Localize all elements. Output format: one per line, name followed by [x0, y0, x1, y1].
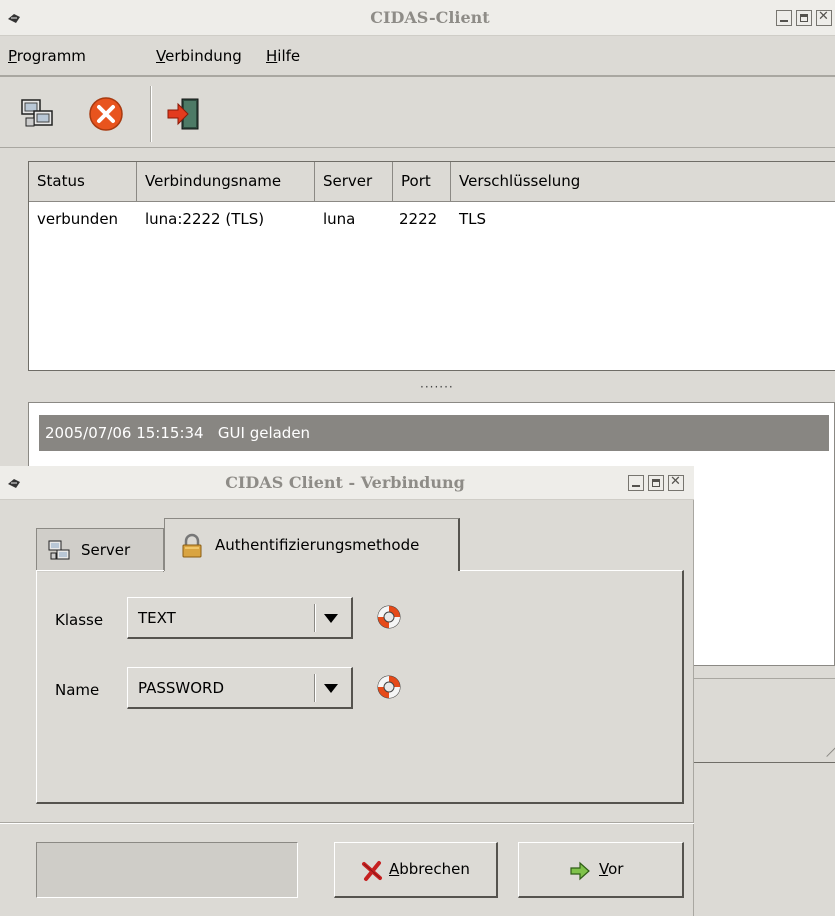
- server-icon: [48, 540, 70, 560]
- tab-server-label: Server: [81, 541, 131, 559]
- log-timestamp: 2005/07/06 15:15:34: [45, 424, 204, 442]
- tab-server[interactable]: Server: [36, 528, 164, 572]
- red-x-icon: [362, 861, 382, 881]
- exit-icon[interactable]: [164, 94, 204, 134]
- connect-icon[interactable]: [18, 94, 58, 134]
- menu-hilfe[interactable]: Hilfe: [266, 47, 300, 65]
- window-menu-icon[interactable]: [6, 475, 22, 491]
- next-mnemonic: V: [599, 860, 609, 878]
- connection-table: Status Verbindungsname Server Port Versc…: [28, 161, 835, 371]
- arrow-right-icon: [570, 861, 590, 881]
- minimize-button[interactable]: [776, 10, 792, 26]
- main-titlebar[interactable]: CIDAS-Client: [0, 0, 835, 36]
- lifebuoy-help-icon[interactable]: [375, 673, 403, 701]
- column-header-server[interactable]: Server: [315, 162, 393, 202]
- authentication-panel: Klasse TEXT Name PASSWORD: [36, 570, 684, 804]
- status-area: [694, 678, 835, 734]
- klasse-value: TEXT: [138, 609, 176, 627]
- cell-port: 2222: [399, 210, 438, 228]
- resize-grip[interactable]: [817, 737, 835, 757]
- label-name: Name: [55, 681, 100, 699]
- next-button[interactable]: Vor: [518, 842, 684, 898]
- window-menu-icon[interactable]: [6, 10, 22, 26]
- name-value: PASSWORD: [138, 679, 225, 697]
- toolbar-separator: [150, 86, 152, 142]
- column-header-name[interactable]: Verbindungsname: [137, 162, 315, 202]
- padlock-icon: [182, 533, 202, 558]
- next-label: or: [608, 860, 624, 878]
- dialog-status-field: [36, 842, 298, 898]
- menu-verbindung[interactable]: Verbindung: [156, 47, 242, 65]
- dropdown-arrow-icon[interactable]: [324, 684, 338, 693]
- disconnect-icon[interactable]: [86, 94, 126, 134]
- main-window-title: CIDAS-Client: [370, 8, 490, 27]
- dialog-title: CIDAS Client - Verbindung: [225, 473, 465, 492]
- status-divider: [694, 762, 835, 764]
- dialog-separator: [0, 822, 694, 824]
- log-entry[interactable]: 2005/07/06 15:15:34 GUI geladen: [39, 415, 829, 451]
- cancel-label: bbrechen: [399, 860, 470, 878]
- close-button[interactable]: [816, 9, 832, 26]
- column-header-encryption[interactable]: Verschlüsselung: [451, 162, 835, 202]
- label-klasse: Klasse: [55, 611, 104, 629]
- menubar: Programm Verbindung Hilfe: [0, 37, 835, 77]
- dialog-close-button[interactable]: [668, 474, 684, 491]
- name-combobox[interactable]: PASSWORD: [127, 667, 353, 709]
- combo-separator: [314, 674, 316, 702]
- cancel-button[interactable]: Abbrechen: [334, 842, 498, 898]
- cell-server: luna: [323, 210, 356, 228]
- menu-programm[interactable]: Programm: [8, 47, 86, 65]
- cell-status: verbunden: [37, 210, 119, 228]
- tab-authentication-label: Authentifizierungsmethode: [215, 536, 420, 554]
- dialog-maximize-button[interactable]: [648, 475, 664, 491]
- toolbar: [0, 80, 835, 148]
- cell-encryption: TLS: [459, 210, 487, 228]
- column-header-port[interactable]: Port: [393, 162, 451, 202]
- cell-name: luna:2222 (TLS): [145, 210, 265, 228]
- dropdown-arrow-icon[interactable]: [324, 614, 338, 623]
- klasse-combobox[interactable]: TEXT: [127, 597, 353, 639]
- connection-dialog: CIDAS Client - Verbindung Server Authent…: [0, 466, 694, 916]
- log-message: GUI geladen: [217, 424, 311, 442]
- maximize-button[interactable]: [796, 10, 812, 26]
- cancel-mnemonic: A: [389, 860, 400, 878]
- dialog-minimize-button[interactable]: [628, 475, 644, 491]
- column-header-status[interactable]: Status: [29, 162, 137, 202]
- combo-separator: [314, 604, 316, 632]
- lifebuoy-help-icon[interactable]: [375, 603, 403, 631]
- pane-splitter-handle[interactable]: ·······: [420, 380, 454, 394]
- dialog-titlebar[interactable]: CIDAS Client - Verbindung: [0, 466, 694, 500]
- tab-authentication[interactable]: Authentifizierungsmethode: [164, 518, 460, 571]
